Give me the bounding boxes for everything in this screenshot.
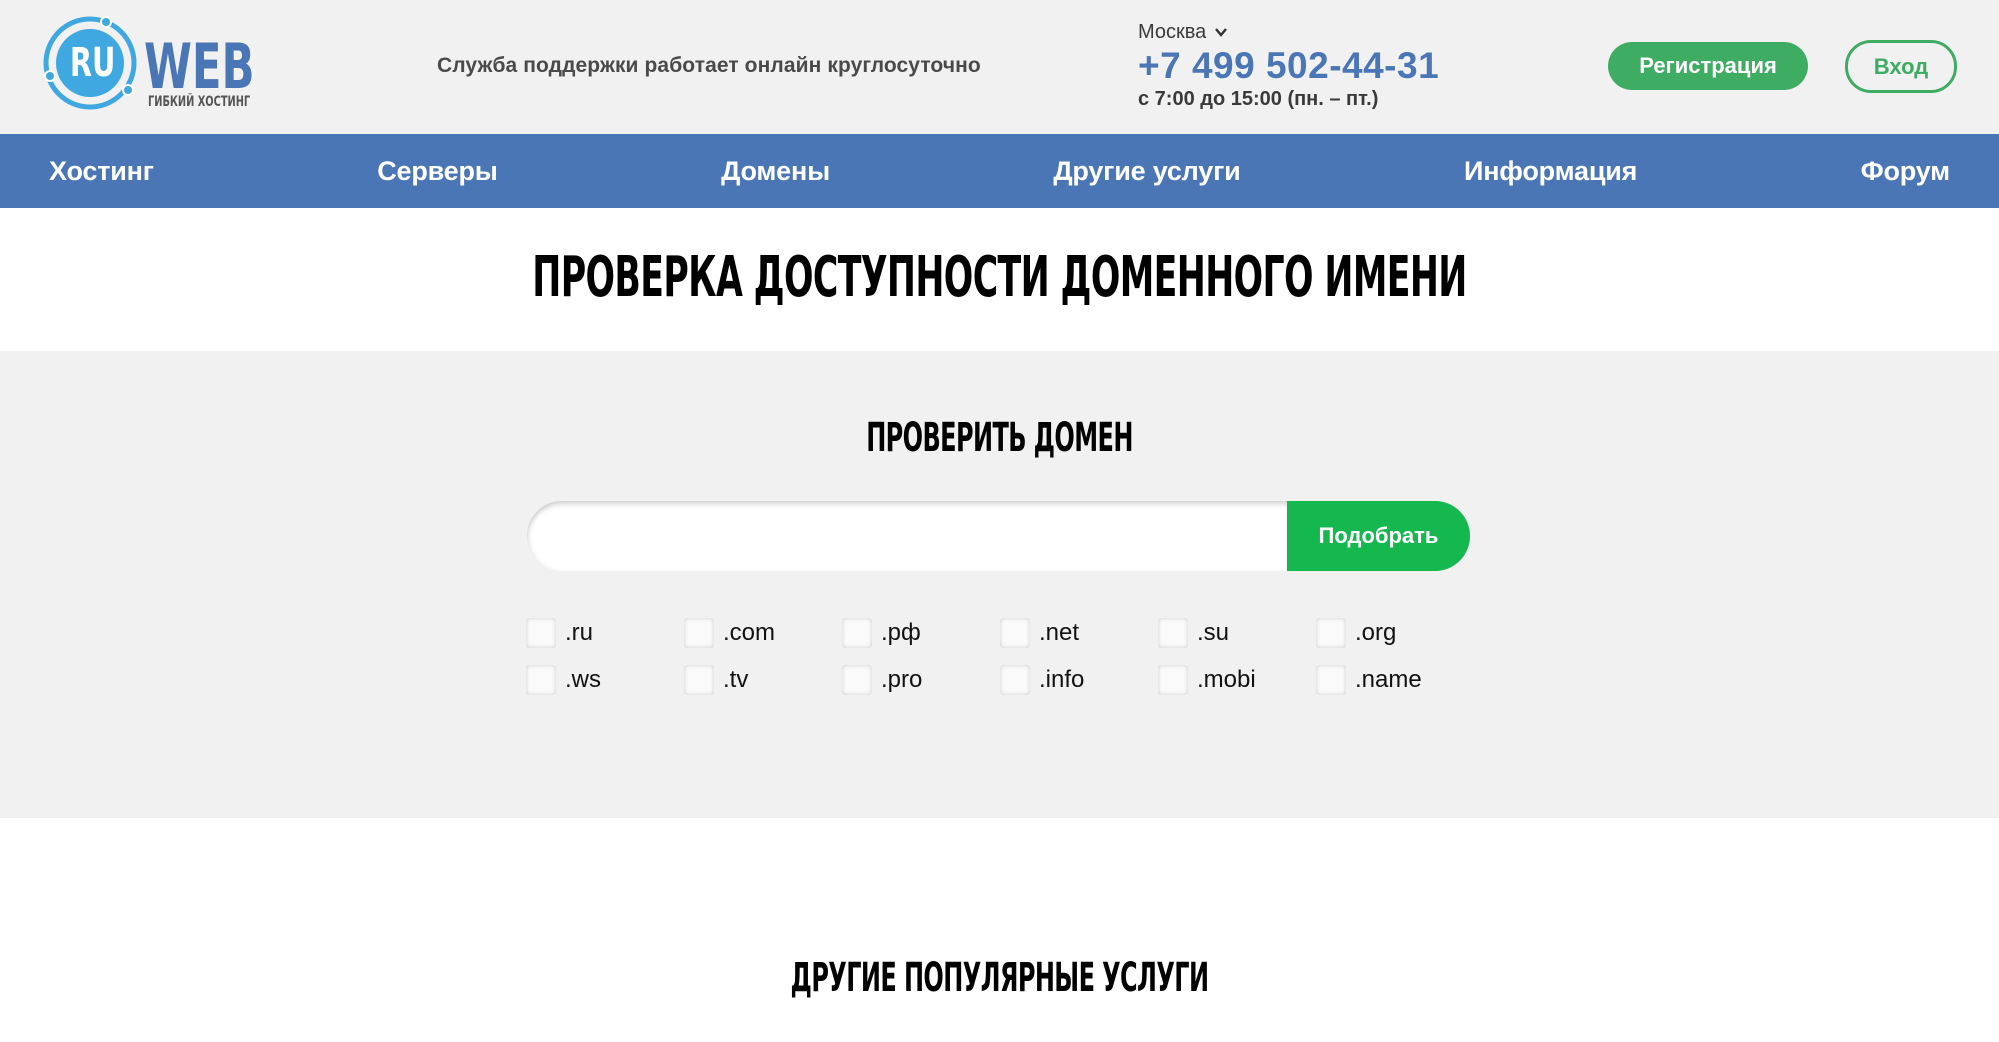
zone-label: .tv — [723, 666, 749, 693]
zone-option-pro[interactable]: .pro — [842, 664, 1000, 696]
other-services-title: ДРУГИЕ ПОПУЛЯРНЫЕ УСЛУГИ — [790, 955, 1210, 1001]
find-domain-button[interactable]: Подобрать — [1287, 501, 1470, 571]
checkbox[interactable] — [526, 618, 556, 648]
checkbox[interactable] — [684, 665, 714, 695]
zone-label: .ws — [565, 666, 601, 693]
checkbox[interactable] — [1000, 618, 1030, 648]
site-header: RU WEB ГИБКИЙ ХОСТИНГ Служба поддержки р… — [0, 0, 1999, 134]
zone-option-info[interactable]: .info — [1000, 664, 1158, 696]
page-title: ПРОВЕРКА ДОСТУПНОСТИ ДОМЕННОГО ИМЕНИ — [532, 245, 1467, 310]
nav-item-domains[interactable]: Домены — [721, 156, 830, 187]
domain-search-form: Подобрать — [527, 501, 1470, 571]
chevron-down-icon — [1215, 28, 1228, 37]
register-button[interactable]: Регистрация — [1608, 42, 1808, 90]
zone-label: .рф — [881, 619, 921, 646]
zone-option-net[interactable]: .net — [1000, 617, 1158, 649]
zone-label: .org — [1355, 619, 1397, 646]
zone-option-ws[interactable]: .ws — [526, 664, 684, 696]
zone-option-rf[interactable]: .рф — [842, 617, 1000, 649]
checkbox[interactable] — [1158, 665, 1188, 695]
logo-brand-text: WEB — [144, 30, 255, 103]
checkbox[interactable] — [1316, 665, 1346, 695]
zone-label: .su — [1197, 619, 1230, 646]
zone-option-tv[interactable]: .tv — [684, 664, 842, 696]
checkbox[interactable] — [842, 618, 872, 648]
working-hours: с 7:00 до 15:00 (пн. – пт.) — [1138, 88, 1379, 110]
main-nav: Хостинг Серверы Домены Другие услуги Инф… — [0, 134, 1999, 208]
zone-label: .ru — [565, 619, 594, 646]
checkbox[interactable] — [684, 618, 714, 648]
domain-input[interactable] — [527, 501, 1287, 571]
checkbox[interactable] — [1158, 618, 1188, 648]
checkbox[interactable] — [1000, 665, 1030, 695]
city-label: Москва — [1138, 20, 1207, 43]
nav-item-hosting[interactable]: Хостинг — [49, 156, 154, 187]
phone-number[interactable]: +7 499 502-44-31 — [1138, 46, 1439, 86]
logo[interactable]: RU WEB ГИБКИЙ ХОСТИНГ — [40, 12, 255, 117]
zone-option-com[interactable]: .com — [684, 617, 842, 649]
check-domain-title: ПРОВЕРИТЬ ДОМЕН — [866, 415, 1133, 461]
zone-option-name[interactable]: .name — [1316, 664, 1474, 696]
contact-block: Москва +7 499 502-44-31 с 7:00 до 15:00 … — [1138, 18, 1439, 111]
zone-option-su[interactable]: .su — [1158, 617, 1316, 649]
city-selector[interactable]: Москва — [1138, 18, 1439, 46]
nav-item-forum[interactable]: Форум — [1861, 156, 1951, 187]
zone-label: .info — [1039, 666, 1085, 693]
logo-badge-text: RU — [69, 40, 116, 86]
logo-tagline: ГИБКИЙ ХОСТИНГ — [148, 94, 251, 110]
zone-option-org[interactable]: .org — [1316, 617, 1474, 649]
support-text: Служба поддержки работает онлайн круглос… — [437, 54, 981, 77]
checkbox[interactable] — [1316, 618, 1346, 648]
zone-label: .pro — [881, 666, 923, 693]
zone-label: .com — [723, 619, 776, 646]
nav-item-information[interactable]: Информация — [1464, 156, 1637, 187]
zone-option-mobi[interactable]: .mobi — [1158, 664, 1316, 696]
zone-label: .name — [1355, 666, 1422, 693]
checkbox[interactable] — [842, 665, 872, 695]
domain-zone-list: .ru .com .рф .net .su .org .ws .tv .pro … — [526, 617, 1486, 696]
zone-option-ru[interactable]: .ru — [526, 617, 684, 649]
checkbox[interactable] — [526, 665, 556, 695]
nav-item-other-services[interactable]: Другие услуги — [1053, 156, 1240, 187]
zone-label: .mobi — [1197, 666, 1256, 693]
domain-check-section: ПРОВЕРИТЬ ДОМЕН Подобрать .ru .com .рф .… — [0, 351, 1999, 818]
zone-label: .net — [1039, 619, 1080, 646]
login-button[interactable]: Вход — [1845, 40, 1957, 93]
nav-item-servers[interactable]: Серверы — [377, 156, 498, 187]
